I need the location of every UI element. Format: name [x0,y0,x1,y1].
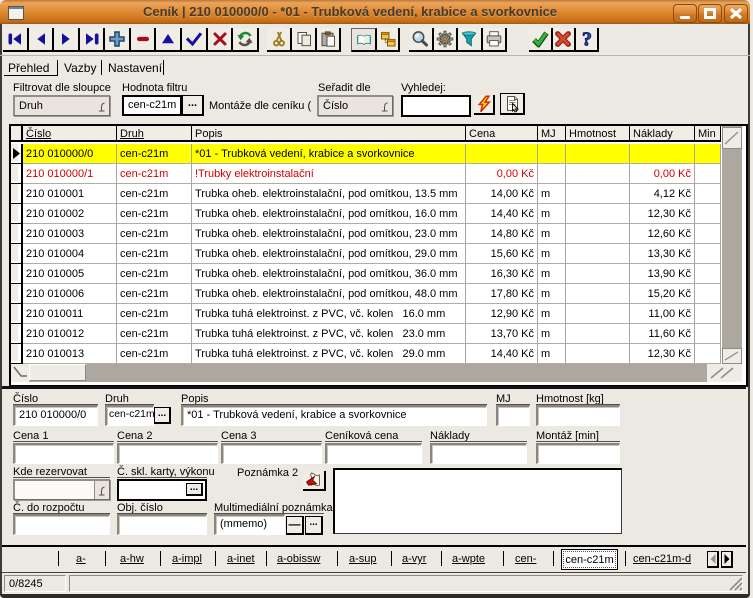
svg-text:?: ? [582,31,592,48]
